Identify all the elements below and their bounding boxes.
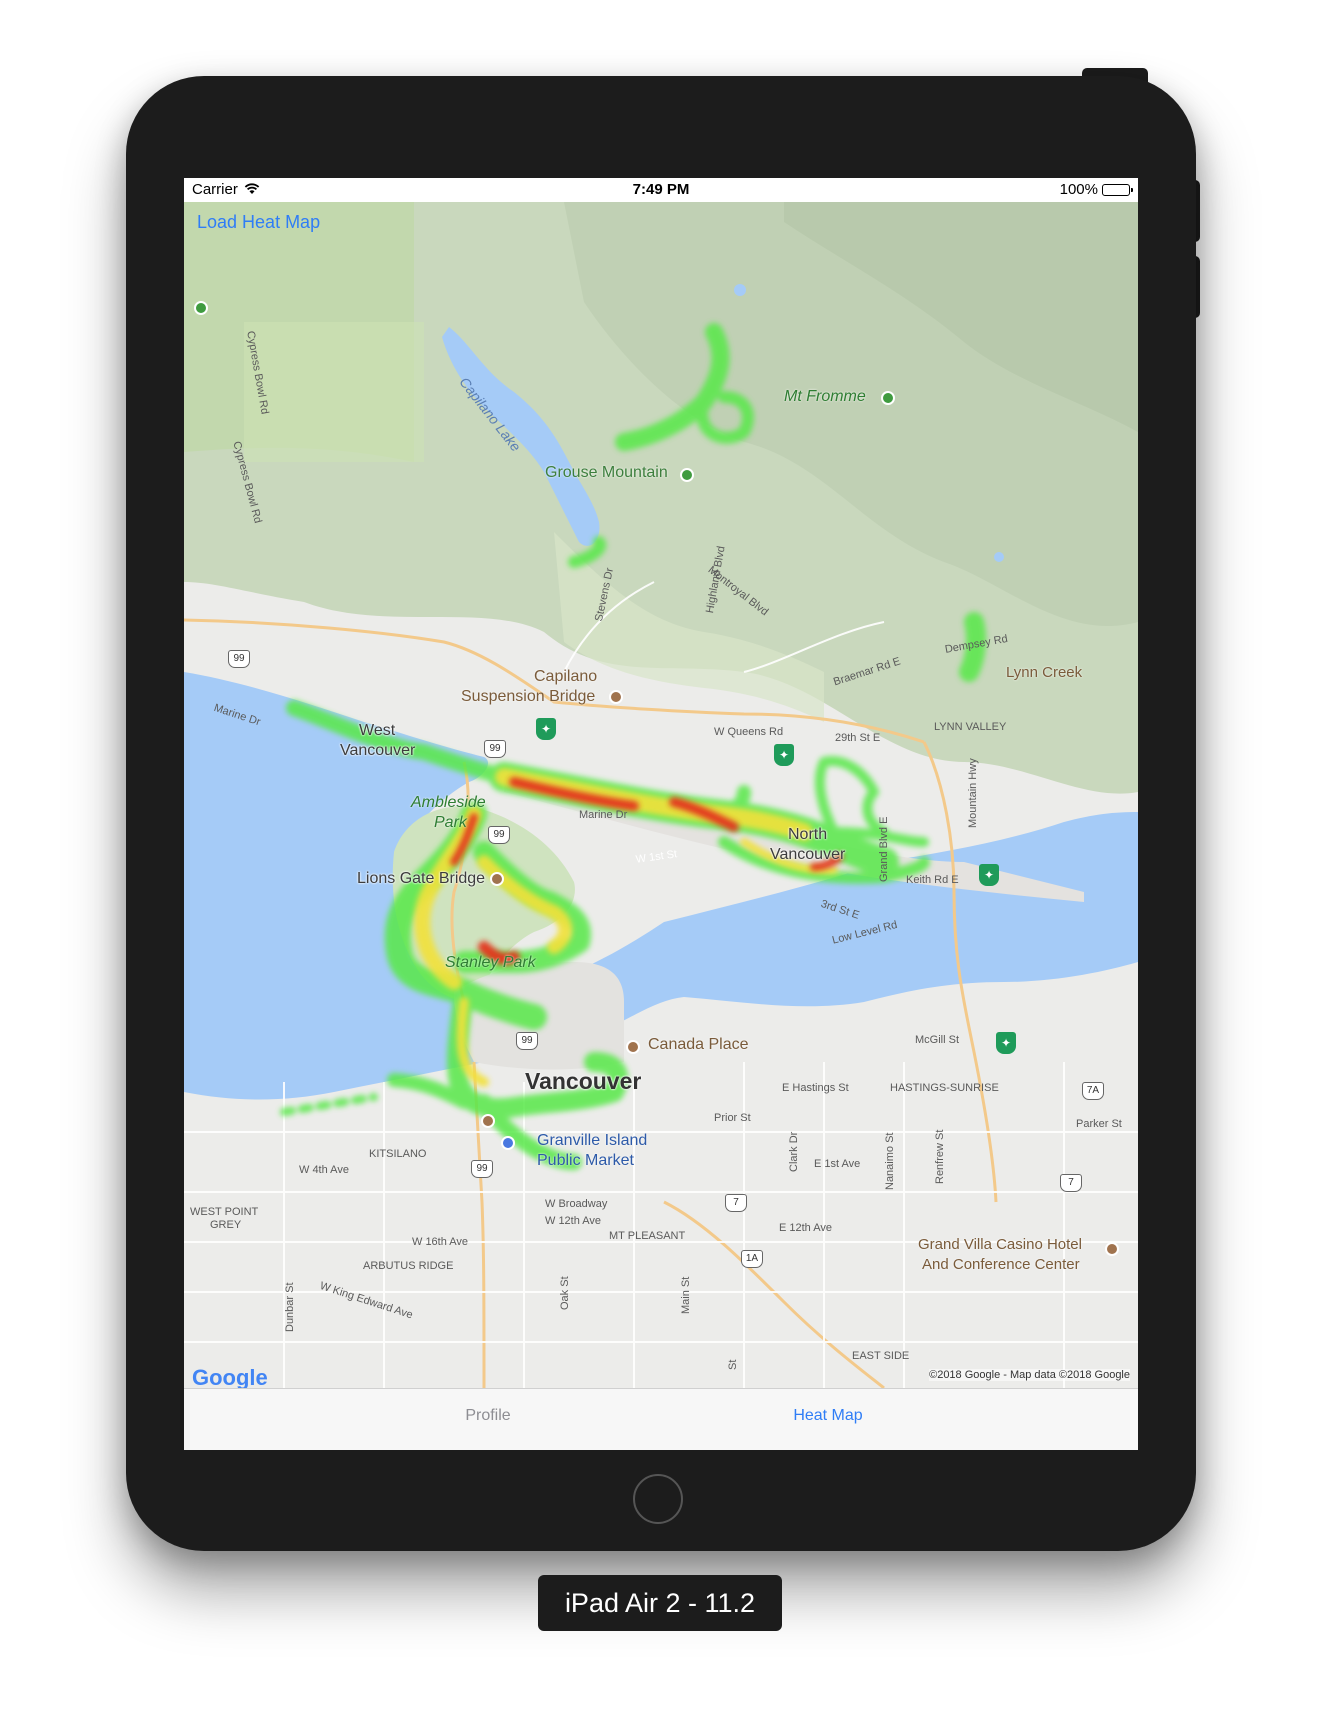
museum-icon bbox=[481, 1114, 495, 1128]
app-screen: Carrier 7:49 PM 100% Load Heat Map Capil… bbox=[184, 178, 1138, 1450]
highway-7-shield: 7 bbox=[1060, 1174, 1082, 1192]
map-label-west-point-grey: WEST POINT bbox=[190, 1206, 259, 1218]
casino-icon bbox=[1105, 1242, 1119, 1256]
trans-canada-highway-icon: ✦ bbox=[979, 864, 999, 886]
map-canvas[interactable] bbox=[184, 202, 1138, 1388]
battery-percent: 100% bbox=[1059, 181, 1098, 198]
map-label-vancouver: Vancouver bbox=[525, 1068, 642, 1094]
map-label-capilano-suspension-bridge: Capilano bbox=[534, 668, 598, 685]
map-label-w-12th-ave: W 12th Ave bbox=[545, 1215, 602, 1227]
shopping-icon bbox=[501, 1136, 515, 1150]
trans-canada-highway-icon: ✦ bbox=[536, 718, 556, 740]
mountain-icon bbox=[881, 391, 895, 405]
map-label-mcgill-st: McGill St bbox=[915, 1034, 959, 1046]
map-label-conference-center: And Conference Center bbox=[922, 1256, 1080, 1273]
battery-status: 100% bbox=[1059, 181, 1133, 198]
map-label-hastings-sunrise: HASTINGS-SUNRISE bbox=[890, 1082, 999, 1094]
attraction-icon bbox=[609, 690, 623, 704]
map-label-w-broadway: W Broadway bbox=[545, 1198, 608, 1210]
highway-99-shield: 99 bbox=[516, 1032, 538, 1050]
map-label-ambleside-park: Ambleside bbox=[411, 794, 486, 811]
attraction-icon bbox=[626, 1040, 640, 1054]
map-label-mt-pleasant: MT PLEASANT bbox=[609, 1230, 686, 1242]
map-label-grouse-mountain: Grouse Mountain bbox=[545, 464, 668, 481]
load-heat-map-button[interactable]: Load Heat Map bbox=[197, 212, 320, 233]
trans-canada-highway-icon: ✦ bbox=[774, 744, 794, 766]
tab-bar: Profile Heat Map bbox=[184, 1388, 1138, 1450]
highway-99-shield: 99 bbox=[488, 826, 510, 844]
heat-map-view[interactable]: Load Heat Map Capilano Lake Mt Fromme Gr… bbox=[184, 202, 1138, 1388]
ski-area-icon bbox=[194, 301, 208, 315]
map-label-29th-st: 29th St E bbox=[835, 732, 881, 744]
tab-profile[interactable]: Profile bbox=[418, 1407, 558, 1425]
map-label-w-queens-rd: W Queens Rd bbox=[714, 726, 784, 738]
highway-7a-shield: 7A bbox=[1082, 1082, 1104, 1100]
map-label-ambleside-park: Park bbox=[434, 814, 467, 831]
map-label-mt-fromme: Mt Fromme bbox=[784, 388, 866, 405]
map-label-e-hastings-st: E Hastings St bbox=[782, 1082, 849, 1094]
map-label-stanley-park: Stanley Park bbox=[445, 954, 536, 971]
map-label-e-12th-ave: E 12th Ave bbox=[779, 1222, 833, 1234]
map-label-lions-gate-bridge: Lions Gate Bridge bbox=[357, 870, 486, 887]
map-label-keith-rd: Keith Rd E bbox=[906, 874, 959, 886]
map-label-kitsilano: KITSILANO bbox=[369, 1148, 427, 1160]
battery-icon bbox=[1102, 183, 1133, 196]
map-label-lynn-creek: Lynn Creek bbox=[1006, 664, 1083, 681]
map-label-arbutus-ridge: ARBUTUS RIDGE bbox=[363, 1260, 454, 1272]
landmark-icon bbox=[490, 872, 504, 886]
mountain-icon bbox=[680, 468, 694, 482]
map-label-west-vancouver: West bbox=[359, 722, 396, 739]
home-button[interactable] bbox=[633, 1474, 683, 1524]
highway-99-shield: 99 bbox=[228, 650, 250, 668]
highway-7-shield: 7 bbox=[725, 1194, 747, 1212]
map-label-granville-island: Granville Island bbox=[537, 1132, 648, 1149]
trans-canada-highway-icon: ✦ bbox=[996, 1032, 1016, 1054]
map-label-lynn-valley: LYNN VALLEY bbox=[934, 721, 1007, 733]
map-label-mountain-hwy: Mountain Hwy bbox=[967, 758, 979, 828]
map-label-prior-st: Prior St bbox=[714, 1112, 751, 1124]
tab-heat-map[interactable]: Heat Map bbox=[758, 1407, 898, 1425]
map-label-marine-dr: Marine Dr bbox=[579, 809, 628, 821]
highway-1a-shield: 1A bbox=[741, 1250, 763, 1268]
map-label-w-16th-ave: W 16th Ave bbox=[412, 1236, 469, 1248]
map-label-w-4th-ave: W 4th Ave bbox=[299, 1164, 349, 1176]
map-label-west-vancouver: Vancouver bbox=[340, 742, 416, 759]
map-attribution[interactable]: ©2018 Google - Map data ©2018 Google bbox=[929, 1369, 1130, 1381]
highway-99-shield: 99 bbox=[471, 1160, 493, 1178]
map-label-nanaimo-st: Nanaimo St bbox=[884, 1132, 896, 1190]
map-label-dunbar-st: Dunbar St bbox=[284, 1282, 296, 1332]
map-label-st: St bbox=[727, 1359, 739, 1370]
map-label-grand-villa: Grand Villa Casino Hotel bbox=[918, 1236, 1082, 1253]
status-bar: Carrier 7:49 PM 100% bbox=[184, 178, 1138, 202]
map-label-east-side: EAST SIDE bbox=[852, 1350, 910, 1362]
map-label-capilano-suspension-bridge: Suspension Bridge bbox=[461, 688, 596, 705]
map-label-grand-blvd: Grand Blvd E bbox=[878, 816, 890, 882]
highway-99-shield: 99 bbox=[484, 740, 506, 758]
map-label-north-vancouver: Vancouver bbox=[770, 846, 846, 863]
map-label-north-vancouver: North bbox=[788, 826, 828, 843]
map-label-clark-dr: Clark Dr bbox=[788, 1131, 800, 1172]
map-label-parker-st: Parker St bbox=[1076, 1118, 1122, 1130]
map-label-west-point-grey: GREY bbox=[210, 1219, 242, 1231]
map-label-e-1st-ave: E 1st Ave bbox=[814, 1158, 861, 1170]
map-label-renfrew-st: Renfrew St bbox=[934, 1129, 946, 1184]
clock-label: 7:49 PM bbox=[632, 181, 690, 198]
map-label-oak-st: Oak St bbox=[559, 1276, 571, 1310]
map-label-main-st: Main St bbox=[680, 1276, 692, 1314]
simulator-device-label: iPad Air 2 - 11.2 bbox=[538, 1575, 782, 1631]
google-logo: Google bbox=[192, 1365, 268, 1388]
map-label-public-market: Public Market bbox=[537, 1152, 634, 1169]
map-label-canada-place: Canada Place bbox=[648, 1036, 749, 1053]
